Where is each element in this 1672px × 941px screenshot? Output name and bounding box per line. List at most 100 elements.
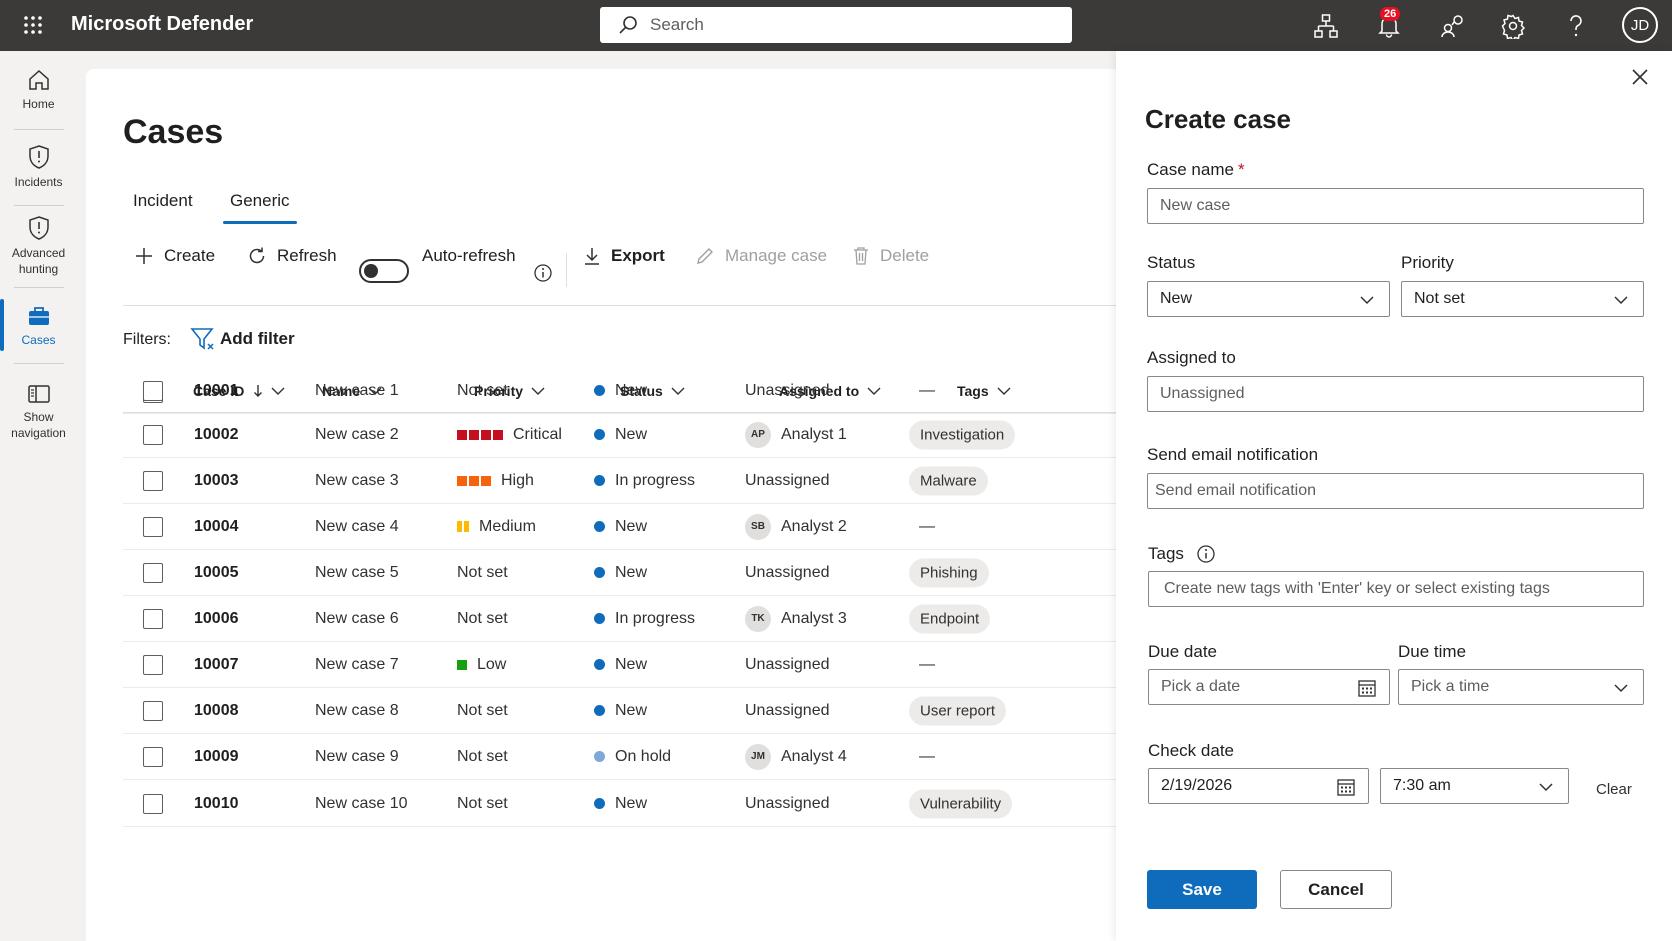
assignee-name: Unassigned (745, 471, 830, 489)
priority-bar (457, 521, 462, 532)
case-name-cell[interactable]: New case 10 (315, 795, 408, 813)
case-name-cell[interactable]: New case 2 (315, 426, 399, 444)
case-id-cell[interactable]: 10003 (194, 472, 239, 490)
case-id-cell[interactable]: 10010 (194, 795, 239, 813)
nav-item-advanced-hunting[interactable]: Advanced hunting (0, 215, 77, 277)
nav-item-incidents[interactable]: Incidents (0, 144, 77, 190)
table-row[interactable]: 10008 New case 8 Not set New Unassigned User … (123, 688, 1126, 734)
table-row[interactable]: 10006 New case 6 Not set In progress TK Analy… (123, 596, 1126, 642)
row-checkbox[interactable] (143, 563, 163, 583)
email-notification-label: Send email notification (1147, 445, 1319, 464)
case-name: New case 3 (315, 471, 399, 489)
nav-item-show-navigation[interactable]: Show navigation (0, 383, 77, 441)
status-dot (594, 385, 605, 396)
help-icon[interactable] (1563, 13, 1589, 39)
add-filter-label: Add filter (220, 329, 295, 348)
top-bar: Microsoft Defender Search 26 JD (0, 0, 1672, 51)
cancel-button[interactable]: Cancel (1280, 870, 1392, 909)
table-row[interactable]: 10010 New case 10 Not set New Unassigned Vuln… (123, 781, 1126, 827)
row-checkbox[interactable] (143, 747, 163, 767)
assigned-to-cell: Unassigned (745, 656, 830, 674)
check-date-picker[interactable]: 2/19/2026 (1148, 768, 1369, 804)
status-cell: In progress (594, 610, 695, 628)
case-id-cell[interactable]: 10002 (194, 426, 239, 444)
case-name-input[interactable]: New case (1147, 188, 1644, 224)
close-icon[interactable] (1631, 68, 1649, 86)
table-row[interactable]: 10001 New case 1 Not set New Unassigned — (123, 368, 1126, 414)
row-checkbox[interactable] (143, 425, 163, 445)
due-time-dropdown[interactable]: Pick a time (1398, 669, 1644, 705)
refresh-button[interactable]: Refresh (247, 242, 337, 270)
status-dot (594, 613, 605, 624)
tab-generic[interactable]: Generic (230, 191, 290, 211)
priority-bar (464, 521, 469, 532)
org-chart-icon[interactable] (1313, 13, 1339, 39)
check-time-dropdown[interactable]: 7:30 am (1380, 768, 1569, 804)
delete-button[interactable]: Delete (852, 242, 929, 270)
priority-value: High (501, 471, 534, 489)
case-name-label: Case name * (1147, 160, 1245, 180)
table-row[interactable]: 10009 New case 9 Not set On hold JM Analyst 4… (123, 734, 1126, 780)
case-name-cell[interactable]: New case 5 (315, 564, 399, 582)
table-row[interactable]: 10004 New case 4 Medium New SB Analyst 2 — (123, 504, 1126, 550)
nav-item-home[interactable]: Home (0, 68, 77, 112)
case-id-cell[interactable]: 10007 (194, 656, 239, 674)
auto-refresh-toggle[interactable] (359, 259, 409, 283)
case-name-cell[interactable]: New case 6 (315, 610, 399, 628)
calendar-icon (1337, 779, 1355, 796)
add-filter-button[interactable]: Add filter (190, 326, 295, 352)
status-cell: New (594, 518, 647, 536)
tab-incident[interactable]: Incident (133, 191, 193, 211)
case-name-cell[interactable]: New case 4 (315, 518, 399, 536)
status-dot (594, 705, 605, 716)
row-checkbox[interactable] (143, 655, 163, 675)
email-notification-input[interactable]: Send email notification (1147, 473, 1644, 509)
case-id-cell[interactable]: 10005 (194, 564, 239, 582)
assigned-to-input[interactable]: Unassigned (1147, 376, 1644, 412)
case-id: 10001 (194, 381, 239, 399)
nav-item-cases[interactable]: Cases (0, 304, 77, 348)
user-avatar[interactable]: JD (1622, 7, 1658, 43)
case-name-cell[interactable]: New case 8 (315, 702, 399, 720)
due-date-picker[interactable]: Pick a date (1148, 669, 1390, 705)
case-name-cell[interactable]: New case 3 (315, 472, 399, 490)
row-checkbox[interactable] (143, 517, 163, 537)
row-checkbox[interactable] (143, 471, 163, 491)
status-dropdown[interactable]: New (1147, 281, 1390, 317)
app-launcher-icon[interactable] (23, 15, 43, 35)
row-checkbox[interactable] (143, 609, 163, 629)
save-button[interactable]: Save (1147, 870, 1257, 909)
create-button[interactable]: Create (134, 242, 215, 270)
assignee-name: Unassigned (745, 655, 830, 673)
tags-input[interactable]: Create new tags with 'Enter' key or sele… (1148, 571, 1644, 607)
tag-pill: Phishing (909, 558, 989, 587)
case-name-cell[interactable]: New case 1 (315, 382, 399, 400)
info-icon[interactable] (1196, 544, 1216, 564)
clear-check-date-button[interactable]: Clear (1596, 781, 1632, 798)
priority-dropdown[interactable]: Not set (1401, 281, 1644, 317)
row-checkbox[interactable] (143, 381, 163, 401)
row-checkbox[interactable] (143, 794, 163, 814)
table-row[interactable]: 10002 New case 2 Critical New AP Analyst 1 Inv… (123, 412, 1126, 458)
case-name-cell[interactable]: New case 9 (315, 748, 399, 766)
table-row[interactable]: 10005 New case 5 Not set New Unassigned Phish… (123, 550, 1126, 596)
case-id-cell[interactable]: 10008 (194, 702, 239, 720)
case-name-cell[interactable]: New case 7 (315, 656, 399, 674)
tag-pill: Vulnerability (909, 789, 1013, 818)
case-id-cell[interactable]: 10004 (194, 518, 239, 536)
case-id-cell[interactable]: 10006 (194, 610, 239, 628)
info-icon[interactable] (533, 263, 553, 283)
settings-gear-icon[interactable] (1500, 13, 1526, 39)
export-button[interactable]: Export (583, 242, 665, 270)
community-icon[interactable] (1440, 13, 1466, 39)
status-dot (594, 475, 605, 486)
search-input[interactable]: Search (600, 7, 1072, 43)
table-row[interactable]: 10007 New case 7 Low New Unassigned — (123, 642, 1126, 688)
case-id-cell[interactable]: 10001 (194, 382, 239, 400)
app-title[interactable]: Microsoft Defender (71, 13, 253, 36)
case-id-cell[interactable]: 10009 (194, 748, 239, 766)
manage-case-button[interactable]: Manage case (695, 242, 827, 270)
row-checkbox[interactable] (143, 701, 163, 721)
case-name: New case 7 (315, 655, 399, 673)
table-row[interactable]: 10003 New case 3 High In progress Unassigned… (123, 458, 1126, 504)
